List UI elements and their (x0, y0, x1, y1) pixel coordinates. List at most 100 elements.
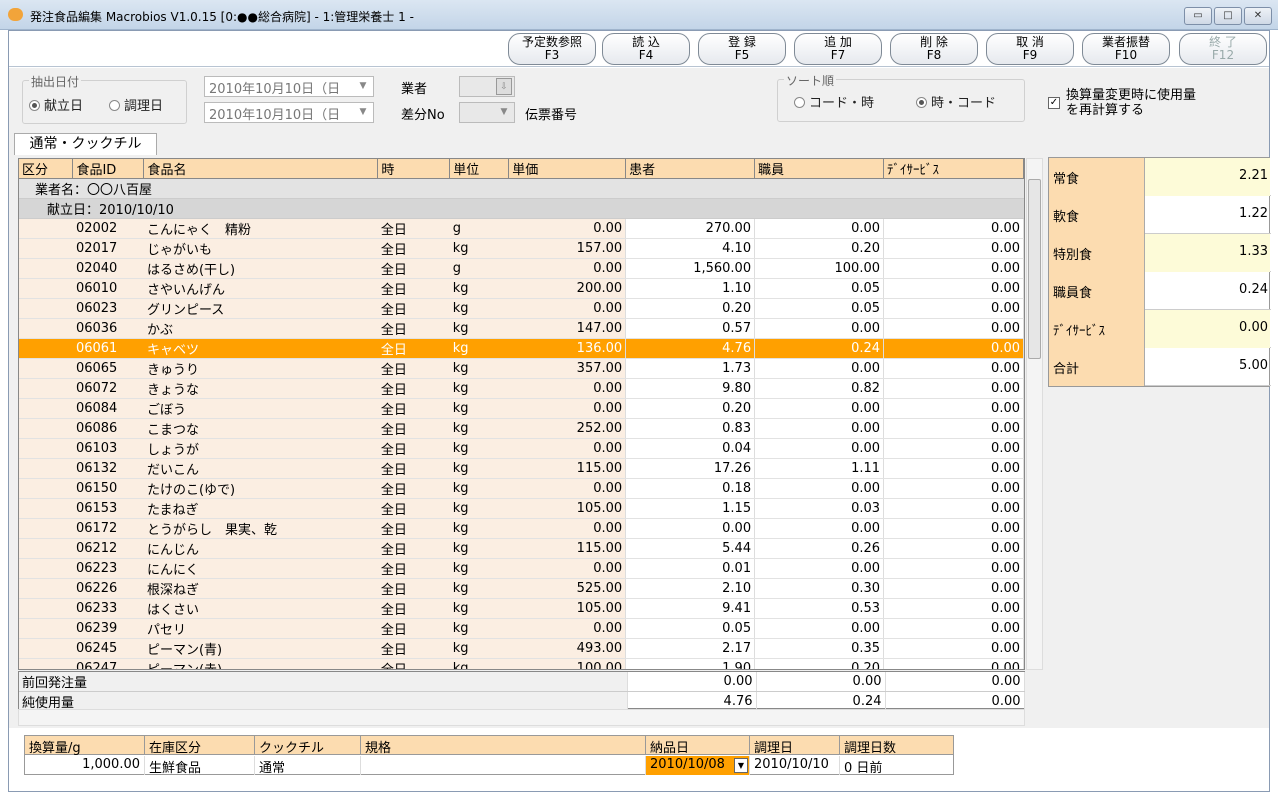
table-row[interactable]: 06150 たけのこ(ゆで) 全日 kg 0.00 0.18 0.00 0.00 (19, 478, 1024, 499)
table-cell: 0.00 (883, 438, 1024, 459)
grid-header-cell[interactable]: 食品名 (143, 159, 379, 179)
table-cell: 0.00 (883, 478, 1024, 499)
table-cell: kg (449, 298, 509, 319)
table-cell: 4.10 (625, 238, 756, 259)
toolbar-button-schedule-ref[interactable]: 予定数参照 F3 (508, 33, 596, 65)
food-table: 区分 食品ID 食品名時単位 単価 患者 職員 ﾃﾞｲｻｰﾋﾞｽ 業者名：〇〇八百屋 献立日：… (19, 159, 1024, 669)
table-row[interactable]: 06247ピーマン(赤)全日kg100.001.900.200.00 (19, 658, 1024, 669)
slip-no-label: 伝票番号 (525, 108, 578, 123)
table-cell: 0.83 (625, 418, 756, 439)
recalc-checkbox[interactable]: ✓ (1048, 97, 1060, 109)
vendor-group-row[interactable]: 業者名：〇〇八百屋 (19, 178, 1024, 199)
table-cell: 100.00 (754, 258, 885, 279)
table-cell: 06233 (72, 598, 144, 619)
toolbar-button-cancel[interactable]: 取 消 F9 (986, 33, 1074, 65)
table-row[interactable]: 06103 しょうが 全日 kg 0.00 0.04 0.00 0.00 (19, 438, 1024, 459)
table-cell: ごぼう (143, 398, 378, 419)
table-row[interactable]: 02017 じゃがいも 全日 kg 157.00 4.10 0.20 0.00 (19, 238, 1024, 259)
table-cell: グリンピース (143, 298, 378, 319)
grid-vertical-scrollbar[interactable] (1026, 158, 1043, 670)
table-cell: 0.26 (754, 538, 885, 559)
grid-header-cell[interactable]: 時 (377, 159, 451, 179)
summary-value: 2.21 (1145, 158, 1270, 196)
table-cell: kg (449, 478, 509, 499)
table-cell: 06226 (72, 578, 144, 599)
table-cell: 147.00 (508, 318, 627, 339)
table-row[interactable]: 06072 きょうな 全日 kg 0.00 9.80 0.82 0.00 (19, 378, 1024, 399)
table-row[interactable]: 06245 ピーマン(青) 全日 kg 493.00 2.17 0.35 0.00 (19, 638, 1024, 659)
table-cell: kg (449, 618, 509, 639)
table-row[interactable]: 06212 にんじん 全日 kg 115.00 5.44 0.26 0.00 (19, 538, 1024, 559)
toolbar-button-vendor-transfer[interactable]: 業者振替 F10 (1082, 33, 1170, 65)
toolbar-button-load[interactable]: 読 込 F4 (602, 33, 690, 65)
table-cell (19, 658, 73, 669)
grid-header-cell[interactable]: ﾃﾞｲｻｰﾋﾞｽ (883, 159, 1024, 179)
grid-horizontal-scrollbar[interactable] (18, 709, 1025, 726)
detail-stock-value[interactable]: 生鮮食品 (145, 756, 255, 776)
toolbar-button-exit[interactable]: 終 了 F12 (1179, 33, 1267, 65)
table-row[interactable]: 06023 グリンピース 全日 kg 0.00 0.20 0.05 0.00 (19, 298, 1024, 319)
grid-header-cell[interactable]: 単位 (449, 159, 510, 179)
close-icon[interactable]: ✕ (1244, 7, 1272, 25)
toolbar-button-delete[interactable]: 削 除 F8 (890, 33, 978, 65)
radio-sort-code-time[interactable]: コード・時 (794, 92, 874, 111)
table-row[interactable]: 06086 こまつな 全日 kg 252.00 0.83 0.00 0.00 (19, 418, 1024, 439)
table-row[interactable]: 06084 ごぼう 全日 kg 0.00 0.20 0.00 0.00 (19, 398, 1024, 419)
table-cell: 06247 (72, 658, 144, 669)
grid-header-cell[interactable]: 区分 (19, 159, 74, 179)
sort-time-code-label: 時・コード (931, 96, 997, 111)
table-row[interactable]: 06065 きゅうり 全日 kg 357.00 1.73 0.00 0.00 (19, 358, 1024, 379)
food-grid: 区分 食品ID 食品名時単位 単価 患者 職員 ﾃﾞｲｻｰﾋﾞｽ 業者名：〇〇八百屋 献立日：… (18, 158, 1025, 670)
table-row[interactable]: 06153 たまねぎ 全日 kg 105.00 1.15 0.03 0.00 (19, 498, 1024, 519)
radio-sort-time-code[interactable]: 時・コード (916, 92, 996, 111)
date-group-row[interactable]: 献立日：2010/10/10 (19, 198, 1024, 219)
table-row[interactable]: 06061 キャベツ 全日 kg 136.00 4.76 0.24 0.00 (19, 338, 1024, 359)
summary-row: 職員食 0.24 (1049, 272, 1271, 310)
table-row[interactable]: 06172 とうがらし 果実、乾 全日 kg 0.00 0.00 0.00 0.00 (19, 518, 1024, 539)
table-cell: 0.00 (754, 218, 885, 239)
table-row[interactable]: 06132 だいこん 全日 kg 115.00 17.26 1.11 0.00 (19, 458, 1024, 479)
minimize-icon[interactable]: ▭ (1184, 7, 1212, 25)
grid-header-cell[interactable]: 患者 (625, 159, 756, 179)
lookup-icon[interactable]: ⇩ (496, 78, 512, 95)
table-cell (19, 398, 73, 419)
grid-header-cell[interactable]: 食品ID (72, 159, 145, 179)
table-row[interactable]: 06233 はくさい 全日 kg 105.00 9.41 0.53 0.00 (19, 598, 1024, 619)
table-row[interactable]: 02040 はるさめ(干し) 全日 g 0.00 1,560.00 100.00 0.00 (19, 258, 1024, 279)
radio-cook-day[interactable]: 調理日 (109, 95, 163, 114)
detail-conv-value[interactable]: 1,000.00 (25, 756, 145, 775)
table-row[interactable]: 06036 かぶ 全日 kg 147.00 0.57 0.00 0.00 (19, 318, 1024, 339)
scroll-thumb[interactable] (1028, 179, 1041, 359)
radio-menu-day[interactable]: 献立日 (29, 95, 83, 114)
table-row[interactable]: 06223 にんにく 全日 kg 0.00 0.01 0.00 0.00 (19, 558, 1024, 579)
date-from-select[interactable]: 2010年10月10日（日 ▼ (204, 76, 374, 97)
table-cell: g (449, 218, 509, 239)
vendor-select[interactable]: ⇩ (459, 76, 515, 97)
table-cell: 0.53 (754, 598, 885, 619)
summary-label: 常食 (1049, 158, 1145, 196)
table-cell: 0.01 (625, 558, 756, 579)
delivery-date-select[interactable]: 2010/10/08 ▼ (646, 756, 750, 775)
table-row[interactable]: 02002 こんにゃく 精粉 全日 g 0.00 270.00 0.00 0.00 (19, 218, 1024, 239)
table-cell: 0.00 (508, 218, 627, 239)
grid-header-cell[interactable]: 職員 (754, 159, 885, 179)
radio-icon (794, 97, 805, 108)
maximize-icon[interactable]: □ (1214, 7, 1242, 25)
diff-no-select[interactable]: ▼ (459, 102, 515, 123)
grid-header-cell[interactable]: 単価 (508, 159, 627, 179)
table-cell: 全日 (377, 318, 450, 339)
table-row[interactable]: 06010 さやいんげん 全日 kg 200.00 1.10 0.05 0.00 (19, 278, 1024, 299)
table-cell: 1.15 (625, 498, 756, 519)
table-cell: 全日 (377, 298, 450, 319)
table-cell: 1.73 (625, 358, 756, 379)
table-cell: 全日 (377, 478, 450, 499)
detail-spec-value[interactable] (361, 756, 646, 775)
detail-cookchill-value[interactable]: 通常 (255, 756, 361, 776)
toolbar-button-add[interactable]: 追 加 F7 (794, 33, 882, 65)
table-row[interactable]: 06239 パセリ 全日 kg 0.00 0.05 0.00 0.00 (19, 618, 1024, 639)
date-to-select[interactable]: 2010年10月10日（日 ▼ (204, 102, 374, 123)
toolbar-button-register[interactable]: 登 録 F5 (698, 33, 786, 65)
table-row[interactable]: 06226 根深ねぎ 全日 kg 525.00 2.10 0.30 0.00 (19, 578, 1024, 599)
chevron-down-icon[interactable]: ▼ (734, 758, 748, 773)
tab-normal-cookchill[interactable]: 通常・クックチル (14, 133, 157, 155)
